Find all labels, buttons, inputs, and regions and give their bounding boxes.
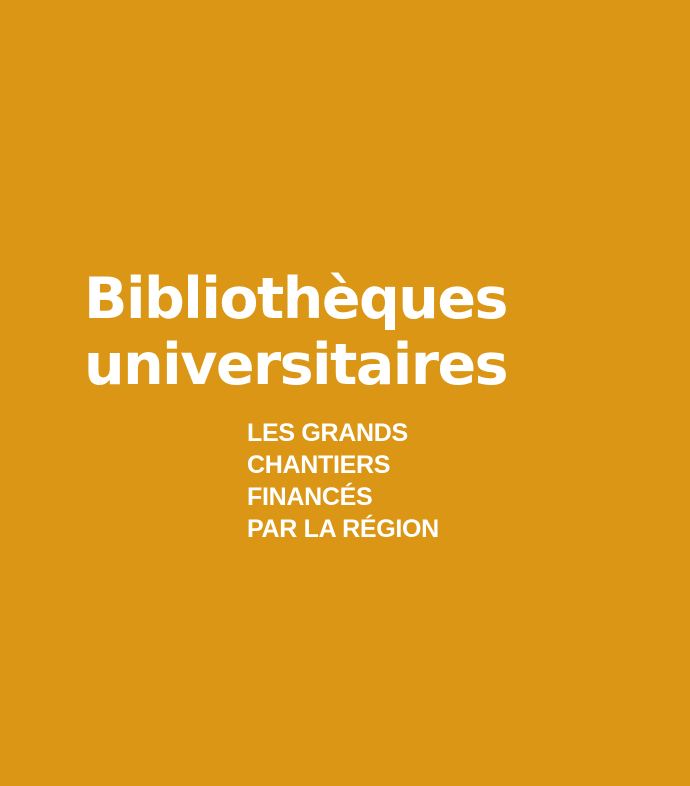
cover-title: Bibliothèques universitaires — [84, 266, 509, 398]
cover-subtitle-line-4: PAR LA RÉGION — [247, 515, 439, 543]
cover-subtitle: LES GRANDS CHANTIERS FINANCÉS PAR LA RÉG… — [247, 417, 439, 545]
cover-title-line-2: universitaires — [84, 332, 509, 398]
cover-page: Bibliothèques universitaires LES GRANDS … — [0, 0, 690, 786]
cover-subtitle-line-1: LES GRANDS — [247, 419, 408, 447]
cover-subtitle-line-3: FINANCÉS — [247, 483, 373, 511]
cover-subtitle-line-2: CHANTIERS — [247, 451, 391, 479]
cover-title-line-1: Bibliothèques — [84, 266, 508, 332]
